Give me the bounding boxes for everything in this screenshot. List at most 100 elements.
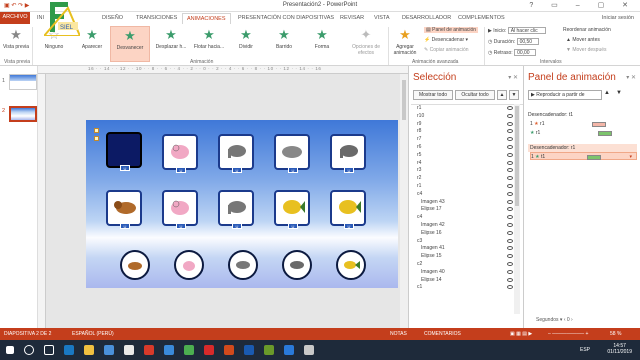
hide-all-button[interactable]: Ocultar todo (455, 90, 495, 100)
eye-icon[interactable] (507, 113, 513, 118)
notes-button[interactable]: NOTAS (390, 331, 407, 337)
move-later-button[interactable]: ▼ Mover después (566, 47, 607, 53)
eye-icon[interactable] (507, 137, 513, 142)
eye-icon[interactable] (507, 261, 513, 266)
eye-icon[interactable] (507, 106, 513, 110)
move-up-icon[interactable]: ▲ (497, 90, 507, 100)
eye-icon[interactable] (507, 121, 513, 126)
window-controls[interactable]: ? ▭ – ▢ ✕ (529, 1, 636, 9)
effect-options-button[interactable]: ✦ Opciones de efectos (346, 26, 386, 62)
selection-item[interactable]: c4 (411, 214, 523, 222)
card-dark[interactable]: U (106, 132, 142, 171)
selection-item[interactable]: r2 (411, 175, 523, 183)
search-icon[interactable] (24, 345, 34, 355)
card-hippo[interactable]: U (162, 134, 198, 173)
selection-item[interactable]: r4 (411, 160, 523, 168)
move-earlier-button[interactable]: ▲ Mover antes (566, 37, 600, 43)
view-buttons[interactable]: ▣ ▦ ▤ ▶ (510, 331, 532, 337)
circle-elephant[interactable] (282, 250, 312, 280)
effect-aparecer[interactable]: ★ Aparecer (76, 26, 108, 62)
selection-item[interactable]: r8 (411, 128, 523, 136)
eye-icon[interactable] (507, 176, 513, 181)
selection-item[interactable]: c3 (411, 238, 523, 246)
preview-button[interactable]: ★ Vista previa (2, 26, 30, 62)
card-fish[interactable]: U (330, 190, 366, 229)
animation-marker-icon[interactable] (94, 136, 99, 141)
folder-icon[interactable] (84, 345, 94, 355)
move-down-icon[interactable]: ▼ (509, 90, 519, 100)
move-down-icon[interactable]: ▼ (616, 90, 626, 100)
app-icon[interactable] (124, 345, 134, 355)
app-icon[interactable] (164, 345, 174, 355)
eye-icon[interactable] (507, 230, 513, 235)
store-icon[interactable] (104, 345, 114, 355)
eye-icon[interactable] (507, 277, 513, 282)
eye-icon[interactable] (507, 168, 513, 173)
card-elephant[interactable]: U (218, 190, 254, 229)
zoom-level[interactable]: 58 % (610, 331, 621, 337)
tab-animaciones[interactable]: ANIMACIONES (182, 13, 231, 24)
effect-barrido[interactable]: ★ Barrido (268, 26, 300, 62)
effect-forma[interactable]: ★ Forma (306, 26, 338, 62)
scroll-thumb[interactable] (515, 106, 519, 206)
eye-icon[interactable] (507, 144, 513, 149)
selection-item[interactable]: Elipse 17 (411, 206, 523, 214)
app-icon[interactable] (284, 345, 294, 355)
eye-icon[interactable] (507, 269, 513, 274)
selection-scrollbar[interactable] (514, 104, 520, 314)
duration-field[interactable]: ◷ Duración: 00,50 (488, 38, 539, 45)
card-elephant[interactable]: U (330, 134, 366, 173)
selection-item[interactable]: Elipse 14 (411, 277, 523, 285)
eye-icon[interactable] (507, 246, 513, 251)
eye-icon[interactable] (507, 183, 513, 188)
selection-item[interactable]: Imagen 43 (411, 199, 523, 207)
duration-input[interactable]: 00,50 (516, 38, 539, 45)
start-select[interactable]: Al hacer clic (507, 27, 546, 34)
app-icon[interactable] (264, 345, 274, 355)
tab-complementos[interactable]: COMPLEMENTOS (454, 13, 509, 24)
language-indicator[interactable]: ESPAÑOL (PERÚ) (72, 331, 114, 337)
card-elephant[interactable]: U (218, 134, 254, 173)
play-from-button[interactable]: ▶ Reproducir a partir de (528, 90, 602, 100)
user-signin[interactable]: Iniciar sesión (602, 15, 634, 21)
eye-icon[interactable] (507, 285, 513, 290)
circle-hippo[interactable] (174, 250, 204, 280)
copy-animation-button[interactable]: ✎ Copiar animación (424, 47, 469, 53)
move-up-icon[interactable]: ▲ (604, 90, 614, 100)
windows-start-icon[interactable] (6, 346, 14, 354)
chevron-down-icon[interactable]: ▾ (629, 153, 632, 161)
card-hippo-grey[interactable]: U (274, 134, 310, 173)
trigger-button[interactable]: ⚡ Desencadenar ▾ (424, 37, 468, 43)
card-lion[interactable]: U (106, 190, 142, 229)
show-all-button[interactable]: Mostrar todo (413, 90, 453, 100)
selection-item[interactable]: r6 (411, 144, 523, 152)
selection-item[interactable]: r10 (411, 113, 523, 121)
delay-input[interactable]: 00,00 (514, 49, 537, 56)
start-field[interactable]: ▶ Inicio: Al hacer clic (488, 27, 546, 34)
selection-item[interactable]: r9 (411, 121, 523, 129)
tab-archivo[interactable]: ARCHIVO (0, 12, 30, 24)
acrobat-icon[interactable] (204, 345, 214, 355)
selection-item[interactable]: c4 (411, 191, 523, 199)
card-fish[interactable]: U (274, 190, 310, 229)
tab-transiciones[interactable]: TRANSICIONES (132, 13, 181, 24)
eye-icon[interactable] (507, 152, 513, 157)
tab-desarrollador[interactable]: DESARROLLADOR (398, 13, 455, 24)
close-icon[interactable]: ▾ ✕ (626, 74, 636, 81)
eye-icon[interactable] (507, 254, 513, 259)
eye-icon[interactable] (507, 129, 513, 134)
selection-item[interactable]: Elipse 16 (411, 230, 523, 238)
eye-icon[interactable] (507, 238, 513, 243)
eye-icon[interactable] (507, 207, 513, 212)
eye-icon[interactable] (507, 222, 513, 227)
animation-row-selected[interactable]: 1 ★ t1 ▾ (530, 152, 637, 160)
word-icon[interactable] (244, 345, 254, 355)
selection-item[interactable]: Imagen 40 (411, 269, 523, 277)
selection-item[interactable]: Imagen 42 (411, 222, 523, 230)
tab-revisar[interactable]: REVISAR (336, 13, 368, 24)
animation-row[interactable]: ★ r1 (530, 129, 637, 137)
opera-icon[interactable] (144, 345, 154, 355)
delay-field[interactable]: ◷ Retraso: 00,00 (488, 49, 537, 56)
scroll-thumb[interactable] (402, 80, 406, 120)
card-hippo[interactable]: U (162, 190, 198, 229)
